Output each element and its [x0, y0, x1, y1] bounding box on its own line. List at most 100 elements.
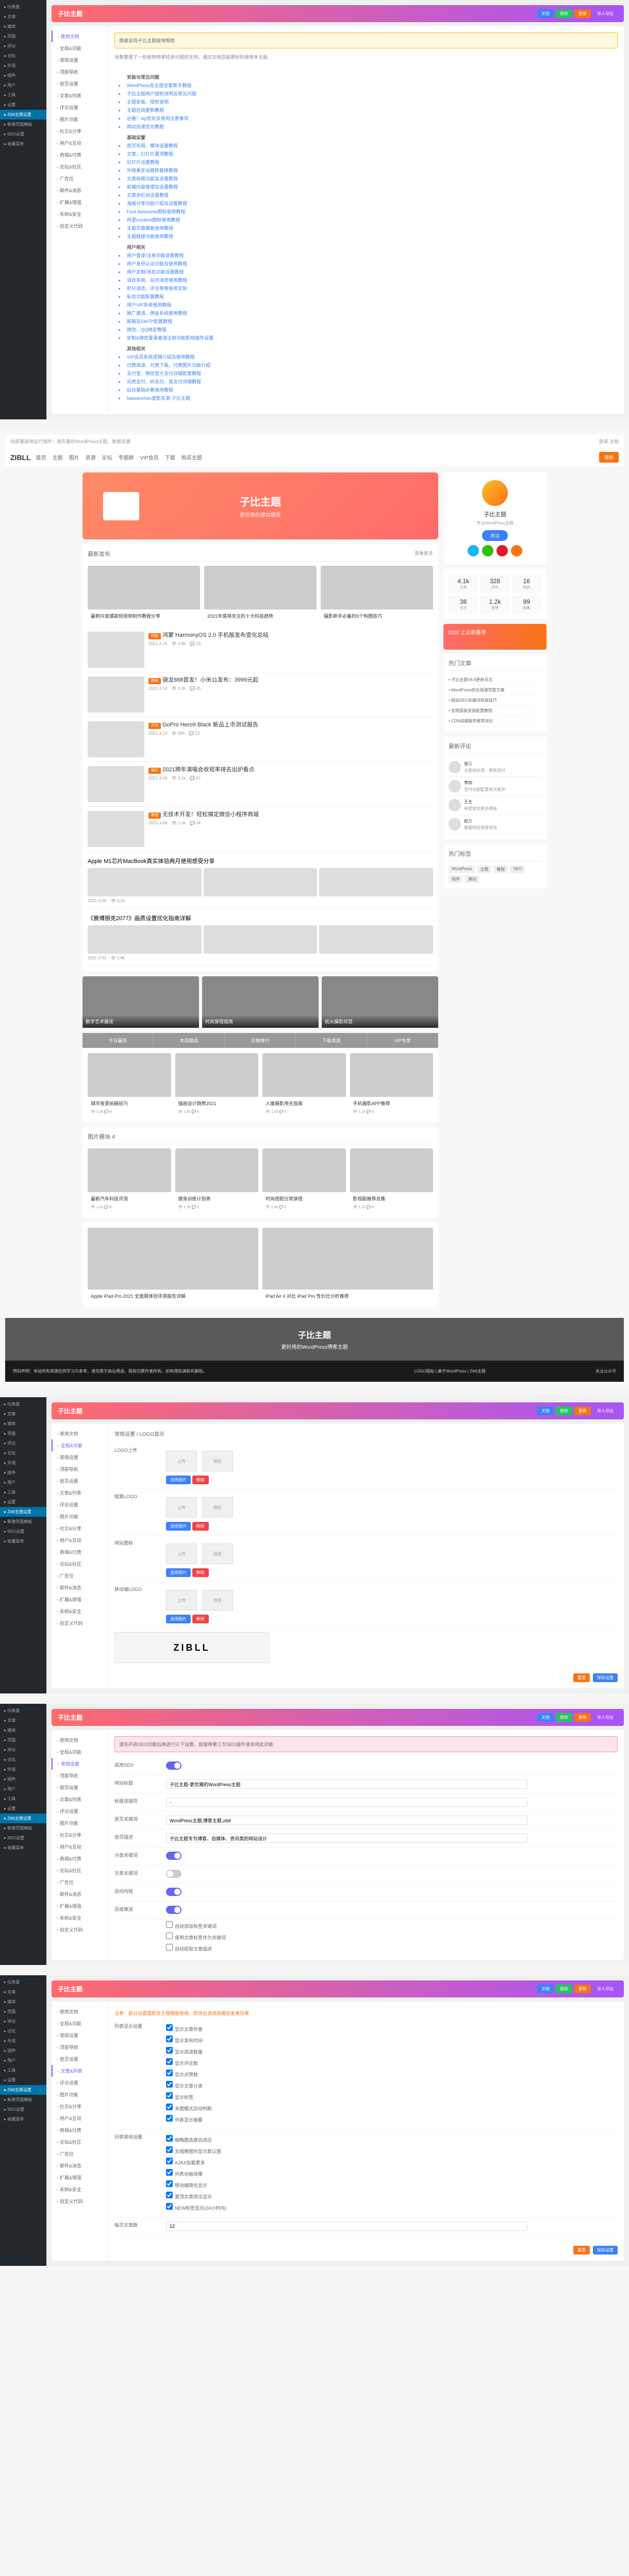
doc-link[interactable]: 微信、QQ绑定教程: [125, 326, 607, 333]
wp-nav-settings[interactable]: ▸ 设置: [0, 100, 46, 110]
wp-nav-tools[interactable]: ▸ 工具: [0, 2065, 46, 2075]
settings-nav-item[interactable]: ◦ 系统&安全: [52, 2183, 108, 2195]
settings-nav-item[interactable]: ◦ 自定义代码: [52, 1617, 108, 1629]
settings-nav-item[interactable]: ◦ 商城&付费: [52, 149, 108, 161]
settings-nav-item[interactable]: ◦ 常规设置: [52, 1758, 108, 1770]
doc-link[interactable]: 子比主题用户授权说明及常见问题: [125, 90, 607, 97]
nav-link[interactable]: 购买主题: [181, 453, 202, 461]
wp-nav-media[interactable]: ▸ 媒体: [0, 1997, 46, 2007]
wp-nav-fav[interactable]: ▸ 收藏菜单: [0, 139, 46, 149]
header-btn-导入导出[interactable]: 导入导出: [593, 9, 618, 18]
toggle-文章关键词[interactable]: [166, 1870, 181, 1878]
wp-nav-settings[interactable]: ▸ 设置: [0, 1804, 46, 1814]
checkbox[interactable]: [166, 2092, 173, 2099]
settings-nav-item[interactable]: ◦ 广告位: [52, 1570, 108, 1582]
settings-nav-item[interactable]: ◦ 全局&功能: [52, 2018, 108, 2029]
doc-link[interactable]: 阿里iconfont图标使用教程: [125, 216, 607, 223]
settings-nav-item[interactable]: ◦ 自定义代码: [52, 2195, 108, 2207]
settings-nav-item[interactable]: ◦ 使用文档: [52, 1428, 108, 1439]
wp-nav-appearance[interactable]: ▸ 外观: [0, 1765, 46, 1774]
tag-link[interactable]: WordPress: [449, 866, 475, 873]
checkbox[interactable]: [166, 2104, 173, 2110]
big-thumb-card[interactable]: 街头摄影欣赏: [322, 976, 438, 1028]
wp-nav-theme[interactable]: ▸ Zibll主题设置: [0, 110, 46, 120]
doc-link[interactable]: Font Awesome图标使用教程: [125, 208, 607, 215]
multi-thumb-post[interactable]: Apple M1芯片MacBook真实体验两月使用感受分享2021-3-05👁 …: [88, 852, 433, 909]
wp-nav-plugins[interactable]: ▸ 插件: [0, 1468, 46, 1478]
doc-link[interactable]: 首页布局、模块设置教程: [125, 142, 607, 149]
checkbox[interactable]: [166, 1933, 173, 1939]
checkbox[interactable]: [166, 2115, 173, 2122]
follow-button[interactable]: 关注: [482, 530, 508, 541]
tag-link[interactable]: 建站: [465, 875, 479, 883]
wp-nav-forum[interactable]: ▸ 论坛: [0, 2026, 46, 2036]
doc-link[interactable]: 定制&微信登录邀请注册功能影响插件设置: [125, 334, 607, 341]
wp-nav-seo[interactable]: ▸ SEO设置: [0, 2105, 46, 2114]
settings-nav-item[interactable]: ◦ 邮件&消息: [52, 184, 108, 196]
checkbox[interactable]: [166, 2203, 173, 2210]
upload-button[interactable]: 选择图片: [166, 1615, 191, 1623]
logo-upload-box[interactable]: 上传: [166, 1590, 197, 1611]
wp-nav-posts[interactable]: ▸ 文章: [0, 1987, 46, 1997]
upload-button[interactable]: 选择图片: [166, 1522, 191, 1531]
wp-nav-fav[interactable]: ▸ 收藏菜单: [0, 2114, 46, 2124]
settings-nav-item[interactable]: ◦ 图片功能: [52, 1511, 108, 1522]
save-button[interactable]: 重置: [573, 1673, 590, 1682]
header-btn-导入导出[interactable]: 导入导出: [593, 1985, 618, 1993]
toggle-百度推送[interactable]: [166, 1906, 181, 1914]
settings-nav-item[interactable]: ◦ 扩展&增强: [52, 2172, 108, 2183]
wp-nav-settings[interactable]: ▸ 设置: [0, 1497, 46, 1507]
wp-nav-fav[interactable]: ▸ 收藏菜单: [0, 1843, 46, 1853]
save-button[interactable]: 保存设置: [593, 2246, 618, 2255]
wp-nav-media[interactable]: ▸ 媒体: [0, 22, 46, 31]
remove-button[interactable]: 移除: [192, 1568, 209, 1577]
hero-banner[interactable]: 子比主题 更优雅的建站模板: [82, 472, 438, 539]
header-btn-更新[interactable]: 更新: [574, 1406, 591, 1415]
settings-nav-item[interactable]: ◦ 首页设置: [52, 1475, 108, 1487]
nav-link[interactable]: 资源: [86, 453, 96, 461]
wp-nav-users[interactable]: ▸ 用户: [0, 1478, 46, 1487]
wp-nav-users[interactable]: ▸ 用户: [0, 1784, 46, 1794]
wp-nav-plugins[interactable]: ▸ 插件: [0, 71, 46, 80]
toggle-自动内链[interactable]: [166, 1888, 181, 1896]
settings-nav-item[interactable]: ◦ 论坛&社区: [52, 1865, 108, 1876]
wp-nav-template[interactable]: ▸ 新建页面模板: [0, 1517, 46, 1527]
header-btn-更新[interactable]: 更新: [574, 1713, 591, 1722]
settings-nav-item[interactable]: ◦ 广告位: [52, 173, 108, 184]
nav-link[interactable]: 专题群: [119, 453, 134, 461]
settings-nav-item[interactable]: ◦ 邮件&消息: [52, 1582, 108, 1594]
checkbox[interactable]: [166, 1921, 173, 1928]
settings-nav-item[interactable]: ◦ 扩展&增强: [52, 1900, 108, 1912]
checkbox[interactable]: [166, 2158, 173, 2164]
settings-nav-item[interactable]: ◦ 评论设置: [52, 2077, 108, 2089]
grid4-card[interactable]: 健身训练计划表👁 1.2k 💬 8: [175, 1148, 259, 1212]
settings-nav-item[interactable]: ◦ 商城&付费: [52, 2124, 108, 2136]
wp-nav-theme[interactable]: ▸ Zibll主题设置: [0, 1507, 46, 1517]
post-row[interactable]: 评测GoPro Hero9 Black 新品上市测试报告2021-3-12👁 9…: [88, 717, 433, 762]
nav-link[interactable]: 下载: [165, 453, 175, 461]
doc-link[interactable]: 支付宝、微信官方支付详细配置教程: [125, 370, 607, 377]
wp-nav-appearance[interactable]: ▸ 外观: [0, 1458, 46, 1468]
doc-link[interactable]: 讯虎支付、码支付、易支付详细教程: [125, 378, 607, 385]
doc-link[interactable]: 消息系统、站内消息使用教程: [125, 277, 607, 283]
logo-upload-box[interactable]: 上传: [166, 1544, 197, 1564]
settings-nav-item[interactable]: ◦ 顶部导航: [52, 1463, 108, 1475]
wp-nav-forum[interactable]: ▸ 论坛: [0, 1755, 46, 1765]
header-btn-授权[interactable]: 授权: [556, 1985, 572, 1993]
wp-nav-posts[interactable]: ▸ 文章: [0, 1716, 46, 1725]
big-thumb-card[interactable]: 数字艺术展览: [82, 976, 199, 1028]
settings-nav-item[interactable]: ◦ 顶部导航: [52, 66, 108, 78]
settings-nav-item[interactable]: ◦ 邮件&消息: [52, 2160, 108, 2172]
per-page-input[interactable]: [166, 2222, 527, 2231]
grid4-card[interactable]: 影视剧推荐合集👁 1.2k 💬 8: [350, 1148, 434, 1212]
toggle-分类关键词[interactable]: [166, 1852, 181, 1860]
doc-link[interactable]: 用户身份认证功能及使用教程: [125, 260, 607, 267]
doc-link[interactable]: 文章投稿功能及设置教程: [125, 175, 607, 182]
settings-nav-item[interactable]: ◦ 顶部导航: [52, 2041, 108, 2053]
settings-nav-item[interactable]: ◦ 评论设置: [52, 101, 108, 113]
wp-nav-comments[interactable]: ▸ 评论: [0, 41, 46, 51]
settings-nav-item[interactable]: ◦ 商城&付费: [52, 1853, 108, 1865]
settings-nav-item[interactable]: ◦ 文章&列表: [52, 1487, 108, 1499]
tab[interactable]: 本周精选: [154, 1033, 225, 1048]
hot-link[interactable]: • WordPress优化加速完整方案: [449, 685, 541, 696]
